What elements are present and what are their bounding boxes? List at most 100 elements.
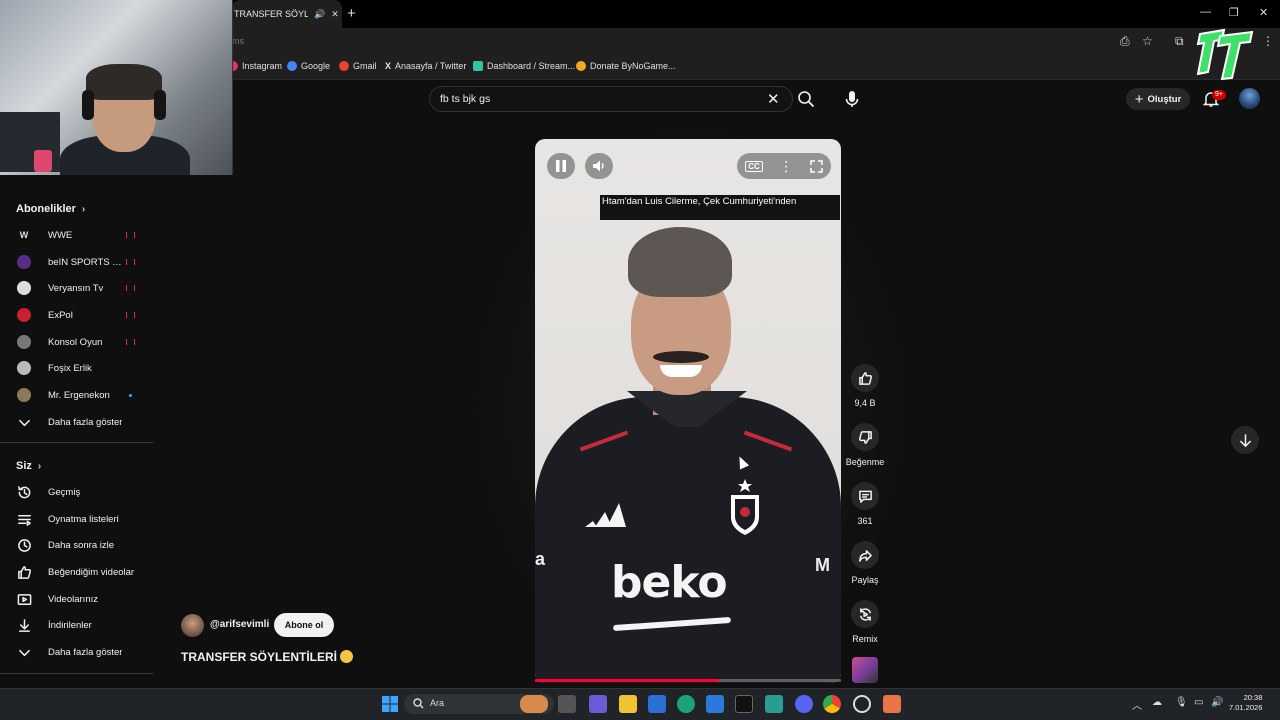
- channel-handle[interactable]: @arifsevimli: [210, 619, 269, 630]
- sidebar-item-watch-later[interactable]: Daha sonra izle: [16, 534, 141, 556]
- settings-app-icon[interactable]: [765, 695, 783, 713]
- capcut-icon[interactable]: [735, 695, 753, 713]
- comments-action[interactable]: 361: [845, 482, 885, 526]
- copilot-icon[interactable]: [589, 695, 607, 713]
- you-show-more[interactable]: Daha fazla göster: [16, 641, 141, 663]
- obs-icon[interactable]: [853, 695, 871, 713]
- ergenekon-channel-avatar: [16, 387, 32, 403]
- minimize-icon[interactable]: —: [1200, 6, 1211, 18]
- remix-label: Remix: [852, 634, 878, 644]
- sidebar-item-playlists[interactable]: Oynatma listeleri: [16, 508, 141, 530]
- taskbar-clock[interactable]: 20:38 7.01.2026: [1229, 693, 1262, 713]
- close-tab-icon[interactable]: ✕: [331, 9, 339, 20]
- subscriptions-heading[interactable]: Abonelikler ›: [16, 203, 85, 215]
- sidebar-item-history[interactable]: Geçmiş: [16, 481, 141, 503]
- video-progress-bar[interactable]: [535, 679, 841, 682]
- video-title[interactable]: TRANSFER SÖYLENTİLERİ: [181, 650, 354, 664]
- bookmark-google[interactable]: Google: [287, 61, 330, 71]
- live-indicator-icon: [126, 259, 135, 265]
- subscriptions-show-more[interactable]: Daha fazla göster: [16, 411, 141, 433]
- live-indicator-icon: [126, 285, 135, 291]
- close-window-icon[interactable]: ✕: [1259, 6, 1268, 19]
- task-view-icon[interactable]: [558, 695, 576, 713]
- tray-cloud-icon[interactable]: ☁: [1152, 697, 1162, 708]
- sidebar-item-mr-ergenekon[interactable]: Mr. Ergenekon: [16, 384, 141, 406]
- sidebar-divider: [0, 673, 153, 674]
- new-tab-button[interactable]: +: [347, 5, 356, 22]
- install-app-icon[interactable]: ⎙: [1120, 34, 1130, 49]
- volume-button[interactable]: [585, 153, 613, 179]
- browser-tab[interactable]: TRANSFER SÖYLENTİ... 🔊 ✕: [232, 0, 342, 28]
- sidebar-item-your-videos[interactable]: Videolarınız: [16, 588, 141, 610]
- remix-button[interactable]: [851, 600, 879, 628]
- sidebar-item-bein[interactable]: beIN SPORTS Tü...: [16, 251, 141, 273]
- audio-icon[interactable]: 🔊: [314, 9, 325, 20]
- tray-chevron-icon[interactable]: ︿: [1132, 697, 1142, 712]
- sidebar-item-fosix-erlik[interactable]: Foşix Erlik: [16, 357, 141, 379]
- address-bar[interactable]: ms: [232, 32, 1112, 52]
- clear-search-icon[interactable]: ✕: [767, 90, 780, 108]
- search-highlight-icon[interactable]: [520, 695, 548, 713]
- restore-icon[interactable]: ❐: [1229, 6, 1239, 19]
- mail-icon[interactable]: [706, 695, 724, 713]
- subscribe-button[interactable]: Abone ol: [274, 613, 334, 637]
- tray-display-icon[interactable]: ▭: [1194, 697, 1203, 708]
- dislike-action[interactable]: Beğenme: [845, 423, 885, 467]
- microphone-icon[interactable]: [841, 88, 863, 110]
- dislike-label: Beğenme: [845, 457, 885, 467]
- tray-volume-icon[interactable]: 🔊: [1211, 697, 1223, 708]
- streamer-logo: [1196, 28, 1254, 81]
- arrow-down-icon: [1239, 433, 1251, 447]
- edge-icon[interactable]: [677, 695, 695, 713]
- sidebar-item-wwe[interactable]: W WWE: [16, 224, 141, 246]
- sidebar-item-downloads[interactable]: İndirilenler: [16, 614, 141, 636]
- store-icon[interactable]: [648, 695, 666, 713]
- captions-icon[interactable]: CC: [745, 160, 763, 172]
- sidebar-item-konsol-oyun[interactable]: Konsol Oyun: [16, 331, 141, 353]
- like-button[interactable]: [851, 364, 879, 392]
- app-icon[interactable]: [883, 695, 901, 713]
- menu-icon[interactable]: ⋮: [1262, 34, 1274, 48]
- tray-mic-icon[interactable]: 🎙: [1175, 697, 1188, 708]
- bookmark-bynogame[interactable]: Donate ByNoGame...: [576, 61, 676, 71]
- next-short-button[interactable]: [1231, 426, 1259, 454]
- fullscreen-icon[interactable]: [809, 159, 823, 173]
- channel-avatar[interactable]: [181, 614, 204, 637]
- sidebar-item-liked-videos[interactable]: Beğendiğim videolar: [16, 561, 141, 583]
- search-input[interactable]: fb ts bjk gs: [429, 86, 793, 112]
- sidebar-item-expol[interactable]: ExPol: [16, 304, 141, 326]
- sidebar-item-veryansin[interactable]: Veryansın Tv: [16, 277, 141, 299]
- bookmark-twitter[interactable]: X Anasayfa / Twitter: [385, 61, 466, 71]
- share-button[interactable]: [851, 541, 879, 569]
- create-button[interactable]: + Oluştur: [1126, 88, 1190, 110]
- chevron-right-icon: ›: [37, 460, 42, 472]
- file-explorer-icon[interactable]: [619, 695, 637, 713]
- more-options-icon[interactable]: ⋮: [779, 158, 793, 175]
- comment-count: 361: [857, 516, 873, 526]
- chrome-icon[interactable]: [823, 695, 841, 713]
- dislike-button[interactable]: [851, 423, 879, 451]
- audio-source-thumbnail[interactable]: [852, 657, 878, 683]
- extensions-icon[interactable]: ⧉: [1175, 34, 1184, 49]
- bookmark-streamlabs[interactable]: Dashboard / Stream...: [473, 61, 575, 71]
- shorts-video-player[interactable]: beko a M CC ⋮: [535, 139, 841, 683]
- like-action[interactable]: 9,4 B: [845, 364, 885, 408]
- search-icon[interactable]: [796, 89, 816, 109]
- jersey-side-text: a: [535, 549, 546, 569]
- comments-button[interactable]: [851, 482, 879, 510]
- headset-right: [154, 90, 166, 120]
- you-heading[interactable]: Siz ›: [16, 460, 41, 472]
- pause-button[interactable]: [547, 153, 575, 179]
- account-avatar[interactable]: [1239, 88, 1260, 109]
- discord-icon[interactable]: [795, 695, 813, 713]
- adidas-logo-icon: [585, 503, 626, 527]
- sidebar-divider: [0, 442, 153, 443]
- remix-action[interactable]: Remix: [845, 600, 885, 644]
- bookmark-gmail[interactable]: Gmail: [339, 61, 377, 71]
- watch-later-icon: [16, 537, 32, 553]
- bookmark-star-icon[interactable]: ☆: [1142, 34, 1153, 48]
- share-action[interactable]: Paylaş: [845, 541, 885, 585]
- windows-start-icon[interactable]: [381, 695, 399, 713]
- chevron-right-icon: ›: [81, 203, 86, 215]
- bookmark-instagram[interactable]: Instagram: [228, 61, 282, 71]
